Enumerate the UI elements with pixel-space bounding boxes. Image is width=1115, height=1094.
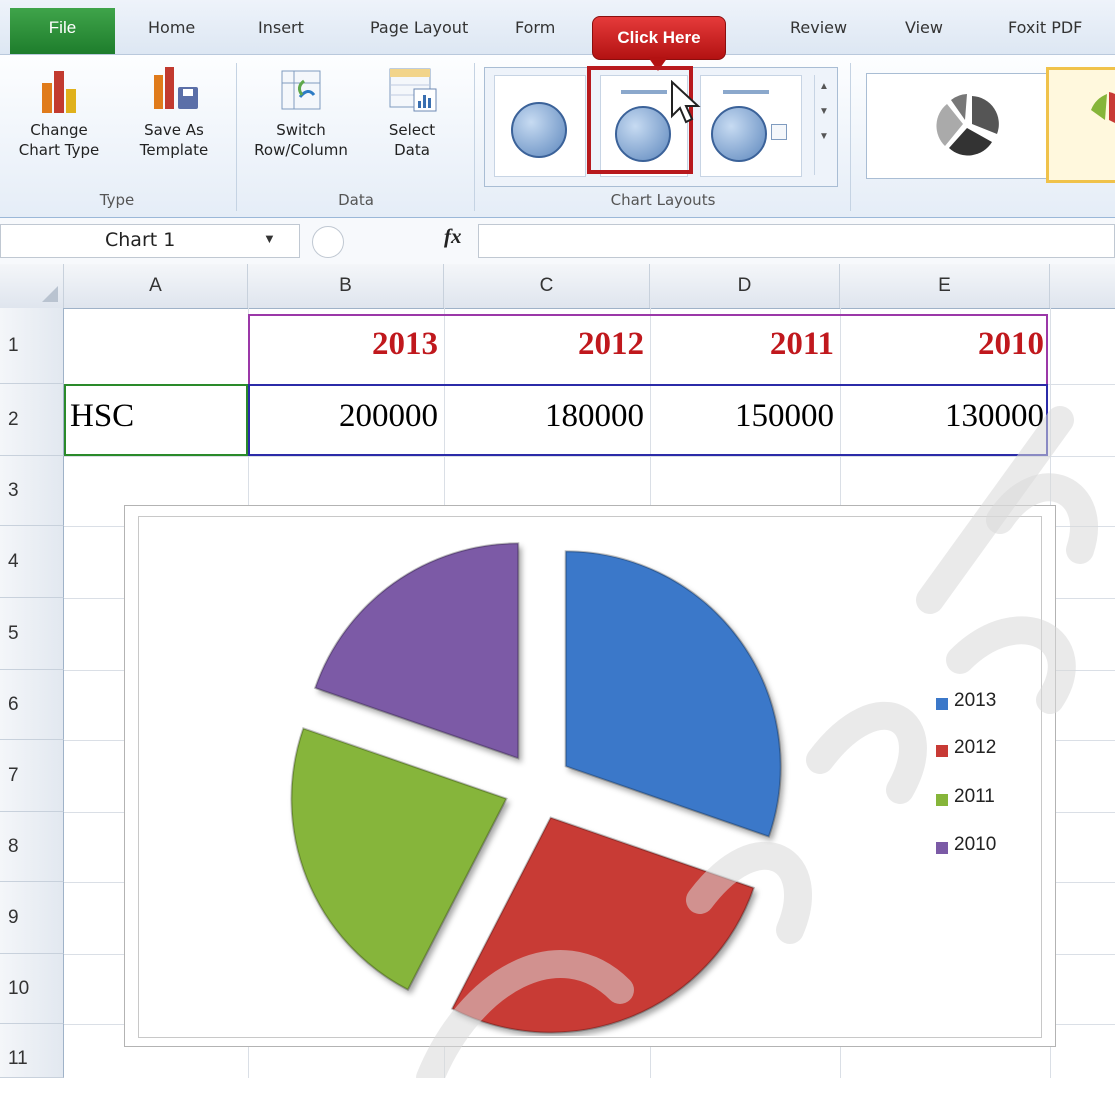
scroll-down-icon[interactable]: ▼ [815,106,833,117]
values-range [248,384,1048,456]
legend-label-2010: 2010 [954,834,997,855]
save-as-template-button[interactable]: Save As Template [124,65,224,160]
legend-swatch-2013 [936,698,948,710]
change-chart-type-label-2: Chart Type [18,141,100,159]
row-header-3[interactable]: 3 [0,456,64,526]
save-as-template-label-2: Template [139,141,209,159]
select-data-button[interactable]: Select Data [372,65,452,160]
categories-range [248,314,1048,384]
select-all-corner[interactable] [0,264,64,308]
bar-chart-icon [42,71,76,113]
switch-row-column-button[interactable]: Switch Row/Column [244,65,358,160]
change-chart-type-button[interactable]: Change Chart Type [4,65,114,160]
select-data-label-2: Data [394,141,430,159]
ribbon: Change Chart Type Save As Template Type … [0,54,1115,219]
tab-page-layout[interactable]: Page Layout [370,18,468,37]
column-header-b[interactable]: B [248,264,444,308]
name-box-value: Chart 1 [105,229,176,251]
tab-view[interactable]: View [905,18,943,37]
group-separator [236,63,237,211]
mouse-cursor-icon [671,80,701,124]
row-header-8[interactable]: 8 [0,812,64,882]
row-header-10[interactable]: 10 [0,954,64,1024]
formula-input[interactable] [478,224,1115,258]
pie-chart[interactable] [138,516,1040,1036]
pie-slice-2012[interactable] [450,816,756,1034]
column-header-a[interactable]: A [64,264,248,308]
column-header-e[interactable]: E [840,264,1050,308]
pie-slice-2010[interactable] [313,542,520,760]
click-here-callout: Click Here [592,16,726,60]
cancel-circle-icon[interactable] [312,226,344,258]
row-header-7[interactable]: 7 [0,740,64,812]
column-header-d[interactable]: D [650,264,840,308]
column-header-c[interactable]: C [444,264,650,308]
switch-row-column-icon [281,70,321,110]
gallery-scroll[interactable]: ▲ ▼ ▼ [814,75,833,175]
group-separator [850,63,851,211]
chart-style-gray-icon[interactable] [867,74,1047,178]
legend-swatch-2010 [936,842,948,854]
scroll-up-icon[interactable]: ▲ [815,81,833,92]
tab-home[interactable]: Home [148,18,195,37]
select-data-icon [389,68,437,112]
legend-label-2012: 2012 [954,737,997,758]
row-header-4[interactable]: 4 [0,526,64,598]
tab-file[interactable]: File [10,8,115,54]
group-label-data: Data [338,191,374,209]
column-header-f[interactable] [1050,264,1115,308]
series-name-range [64,384,248,456]
tab-foxit-pdf[interactable]: Foxit PDF [1008,18,1082,37]
group-label-chart-layouts: Chart Layouts [610,191,716,209]
pie-slice-2011[interactable] [290,727,508,992]
row-header-5[interactable]: 5 [0,598,64,670]
chart-layout-3[interactable] [700,75,802,177]
legend-label-2013: 2013 [954,690,997,711]
grid-line [64,456,1115,457]
chevron-down-icon[interactable]: ▼ [263,231,276,246]
row-header-6[interactable]: 6 [0,670,64,740]
chart-style-selected[interactable] [1046,67,1115,183]
row-header-1[interactable]: 1 [0,308,64,384]
switch-label-1: Switch [276,121,326,139]
legend-label-2011: 2011 [954,786,995,807]
more-icon[interactable]: ▼ [815,131,833,142]
group-separator [474,63,475,211]
corner-triangle-icon [42,286,58,302]
chart-layout-1[interactable] [494,75,586,177]
row-header-2[interactable]: 2 [0,384,64,456]
fx-icon[interactable]: fx [444,224,462,249]
tab-formulas[interactable]: Form [515,18,555,37]
row-header-9[interactable]: 9 [0,882,64,954]
save-as-template-label-1: Save As [144,121,204,139]
save-template-icon [154,67,198,109]
tab-review[interactable]: Review [790,18,847,37]
select-data-label-1: Select [388,121,436,139]
group-label-type: Type [99,191,135,209]
tab-insert[interactable]: Insert [258,18,304,37]
name-box[interactable]: Chart 1 ▼ [0,224,300,258]
row-header-11[interactable]: 11 [0,1024,64,1078]
switch-label-2: Row/Column [254,141,348,159]
chart-style-color-icon [1091,92,1115,123]
legend-swatch-2011 [936,794,948,806]
change-chart-type-label-1: Change [30,121,88,139]
pie-slice-2013[interactable] [564,550,782,838]
legend-swatch-2012 [936,745,948,757]
